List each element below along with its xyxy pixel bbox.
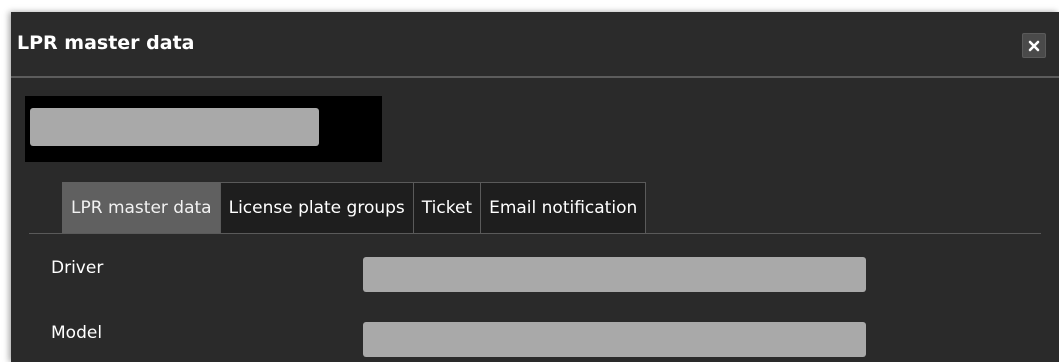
dialog-titlebar: LPR master data [11,12,1059,76]
record-name-field[interactable] [30,108,319,146]
tab-divider [29,233,1041,234]
title-divider [11,76,1059,78]
tab-ticket[interactable]: Ticket [412,182,482,233]
lpr-master-data-dialog: LPR master data LPR master data License … [11,12,1059,362]
dialog-title: LPR master data [17,32,195,54]
tab-email-notification[interactable]: Email notification [480,182,647,233]
driver-label: Driver [51,258,104,278]
record-name-header [25,96,382,162]
close-icon [1028,40,1040,52]
tab-bar: LPR master data License plate groups Tic… [62,182,647,233]
tab-license-plate-groups[interactable]: License plate groups [219,182,414,233]
driver-field[interactable] [363,257,866,292]
model-label: Model [51,323,103,343]
tab-lpr-master-data[interactable]: LPR master data [62,182,221,233]
model-field[interactable] [363,322,866,357]
close-button[interactable] [1022,33,1046,58]
